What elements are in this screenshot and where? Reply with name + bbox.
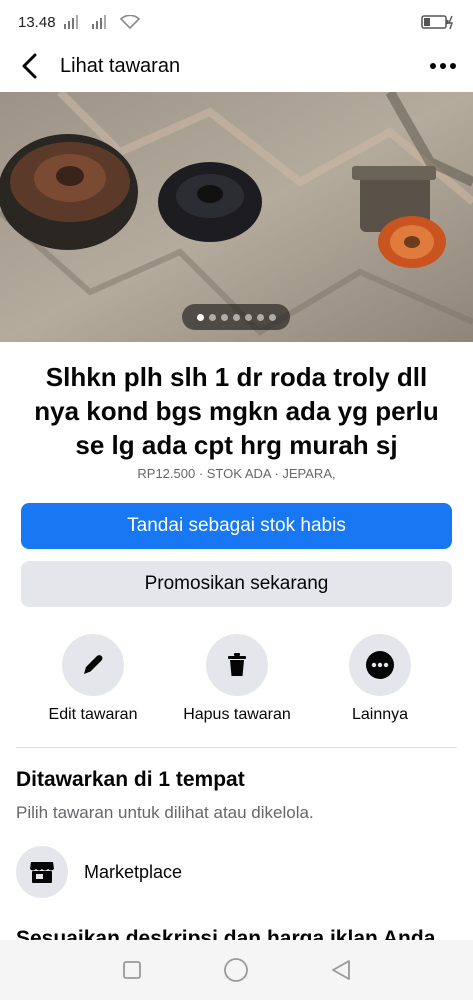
promote-button[interactable]: Promosikan sekarang (21, 561, 452, 607)
page-title: Lihat tawaran (60, 54, 181, 77)
circle-icon (224, 958, 249, 982)
carousel-dot (244, 313, 252, 321)
edit-listing-label: Edit tawaran (48, 706, 138, 723)
carousel-dot (268, 313, 276, 321)
marketplace-item[interactable]: Marketplace (16, 846, 182, 898)
actions-row: Edit tawaran Hapus tawaran Lainnya (0, 634, 473, 734)
offered-title: Ditawarkan di 1 tempat (16, 768, 245, 791)
battery-icon (421, 14, 455, 30)
ellipsis-icon (366, 651, 394, 679)
marketplace-label: Marketplace (84, 861, 183, 882)
carousel-dot (196, 313, 204, 321)
status-time: 13.48 (18, 13, 56, 31)
carousel-dot (220, 313, 228, 321)
trash-icon (228, 653, 246, 676)
square-icon (123, 961, 142, 979)
edit-circle (62, 634, 124, 696)
delete-circle (206, 634, 268, 696)
triangle-back-icon (331, 960, 350, 980)
signal-icons (63, 15, 140, 29)
mark-sold-button[interactable]: Tandai sebagai stok habis (21, 503, 452, 549)
delete-listing-label: Hapus tawaran (183, 706, 291, 723)
back-button[interactable] (0, 44, 60, 88)
signal-icon (63, 15, 78, 29)
carousel-dot (232, 313, 240, 321)
system-nav-bar (0, 940, 473, 1000)
more-dots-icon (430, 63, 456, 69)
carousel-indicator (182, 304, 290, 330)
listing-title: Slhkn plh slh 1 dr roda troly dll nya ko… (34, 362, 439, 460)
status-bar: 13.48 (0, 0, 473, 44)
listing-meta: RP12.500 · STOK ADA · JEPARA, (137, 466, 336, 481)
more-options-button[interactable] (413, 44, 473, 88)
carousel-dot (208, 313, 216, 321)
back-arrow-icon (22, 53, 37, 79)
more-actions-label: Lainnya (351, 706, 409, 723)
divider (16, 747, 457, 748)
store-icon (30, 862, 54, 883)
delete-listing-button[interactable]: Hapus tawaran (162, 634, 312, 724)
edit-listing-button[interactable]: Edit tawaran (18, 634, 168, 724)
more-circle (349, 634, 411, 696)
pencil-icon (84, 655, 103, 674)
cut-off-heading: Sesuaikan deskripsi dan harga iklan Anda (16, 927, 436, 940)
wifi-icon (119, 15, 140, 29)
offered-subtitle: Pilih tawaran untuk dilihat atau dikelol… (16, 803, 314, 822)
recents-button[interactable] (112, 950, 152, 990)
more-actions-button[interactable]: Lainnya (305, 634, 455, 724)
top-app-bar: Lihat tawaran (0, 44, 473, 88)
home-button[interactable] (216, 950, 256, 990)
signal-icon (91, 15, 106, 29)
carousel-dot (256, 313, 264, 321)
marketplace-icon-circle (16, 846, 68, 898)
system-back-button[interactable] (321, 950, 361, 990)
